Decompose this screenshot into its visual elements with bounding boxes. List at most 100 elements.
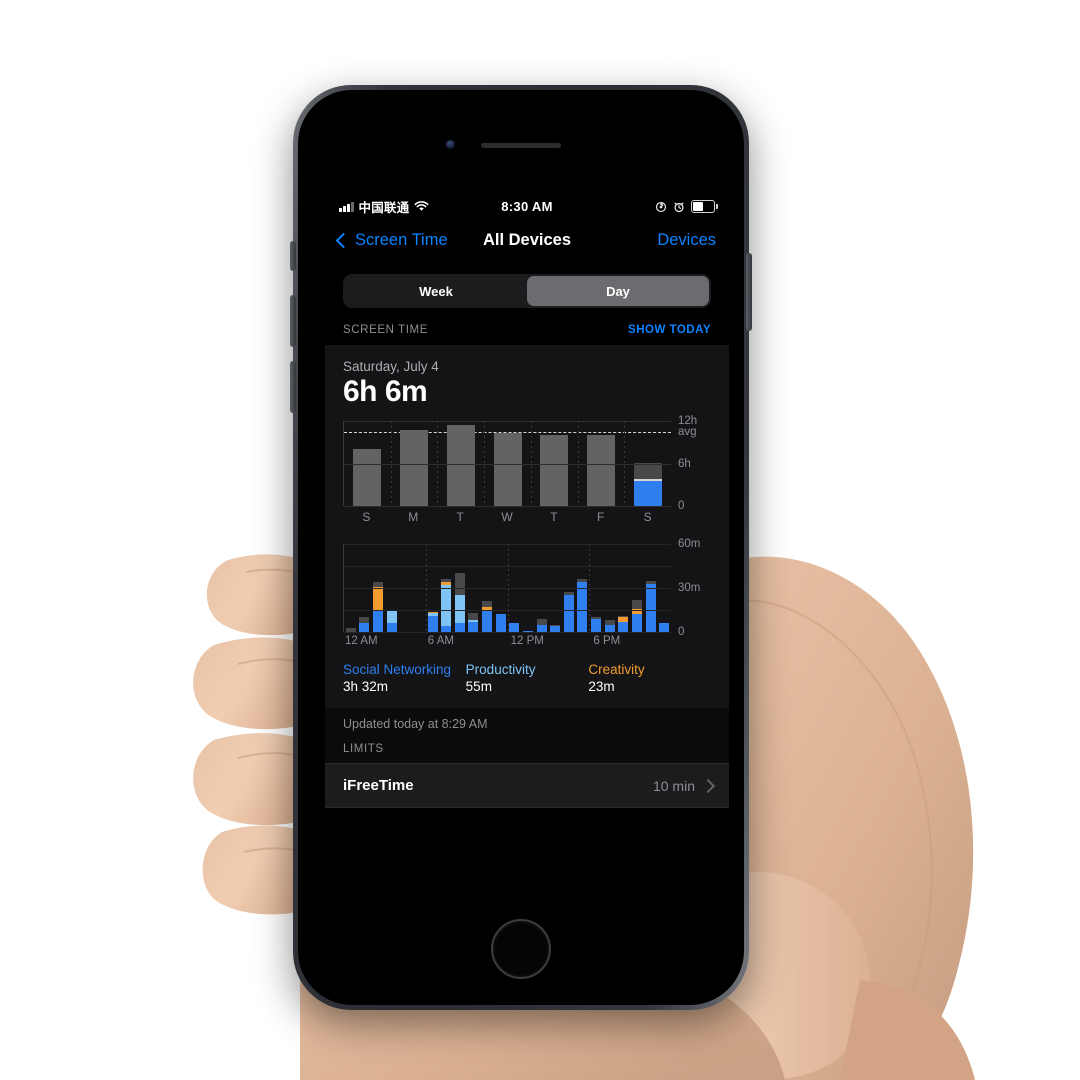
weekly-bar-segment	[633, 462, 662, 480]
show-today-button[interactable]: SHOW TODAY	[628, 324, 711, 336]
front-camera-icon	[446, 140, 455, 149]
volume-down-button[interactable]	[290, 361, 296, 413]
hourly-y-tick: 30m	[678, 582, 701, 594]
segmented-control-wrapper: Week Day	[325, 260, 729, 324]
axis-spacer	[671, 510, 711, 524]
weekly-bar	[400, 429, 429, 506]
weekly-gridline-vertical	[390, 421, 392, 506]
weekly-x-tick: M	[408, 510, 419, 524]
hourly-bar	[536, 618, 547, 632]
weekly-x-tick: F	[597, 510, 605, 524]
hourly-bar-segment	[604, 624, 615, 632]
card-total-time: 6h 6m	[343, 375, 428, 408]
hourly-bar	[604, 620, 615, 632]
weekly-gridline	[344, 463, 671, 465]
hourly-y-axis: 60m 30m 0	[671, 538, 711, 638]
hourly-gridline-vertical	[589, 544, 591, 632]
weekly-bar	[633, 462, 662, 506]
hourly-x-tick: 12 PM	[510, 635, 544, 647]
weekly-gridline	[344, 421, 671, 422]
chevron-right-icon	[700, 778, 716, 793]
hourly-x-axis-labels: 12 AM 6 AM 12 PM 6 PM	[343, 635, 711, 653]
weekly-x-tick: W	[501, 510, 513, 524]
navigation-bar: Screen Time All Devices Devices	[325, 220, 729, 260]
weekly-gridline	[344, 506, 671, 507]
legend-item-productivity[interactable]: Productivity 55m	[466, 662, 589, 694]
hourly-bar	[495, 614, 506, 632]
hourly-x-tick: 6 AM	[427, 635, 455, 647]
back-button[interactable]: Screen Time	[335, 230, 448, 250]
weekly-x-tick: T	[456, 510, 464, 524]
weekly-bar	[540, 435, 569, 506]
home-button[interactable]	[491, 919, 551, 979]
period-segmented-control[interactable]: Week Day	[343, 274, 711, 308]
rotation-lock-icon	[655, 201, 667, 212]
weekly-gridline-vertical	[624, 421, 626, 506]
weekly-x-tick: T	[550, 510, 558, 524]
hourly-bar-segment	[468, 621, 479, 632]
hourly-bar	[386, 611, 397, 632]
hourly-bar-segment	[454, 623, 465, 632]
hourly-bar-segment	[495, 614, 506, 632]
weekly-x-axis-labels: SMTWTFS	[343, 510, 711, 524]
hourly-chart[interactable]: 60m 30m 0 12 AM 6 AM 12 PM 6 PM	[343, 538, 711, 653]
hourly-gridline	[344, 632, 671, 633]
power-button[interactable]	[746, 253, 752, 331]
limit-row-ifreetime[interactable]: iFreeTime 10 min	[325, 763, 729, 808]
weekly-x-tick: S	[643, 510, 652, 524]
limit-value: 10 min	[652, 777, 695, 794]
hourly-bar-segment	[454, 573, 465, 596]
updated-timestamp: Updated today at 8:29 AM	[325, 708, 729, 741]
hourly-bar-segment	[482, 611, 493, 632]
legend-label: Creativity	[588, 662, 645, 677]
hourly-bar-segment	[359, 623, 370, 632]
hourly-x-tick: 6 PM	[593, 635, 621, 647]
hourly-bar-segment	[631, 599, 642, 609]
legend-value: 55m	[465, 679, 492, 694]
category-legend: Social Networking 3h 32m Productivity 55…	[343, 662, 711, 698]
screen-time-card: Saturday, July 4 6h 6m 12h avg 6h 0 S M T W T F S	[325, 345, 729, 708]
hourly-bar	[454, 573, 465, 632]
weekly-bar-segment	[633, 481, 662, 506]
legend-value: 23m	[588, 679, 615, 694]
status-bar-right	[655, 200, 718, 213]
hourly-bar-segment	[468, 612, 479, 621]
hourly-bar	[631, 599, 642, 632]
tab-week[interactable]: Week	[345, 276, 527, 306]
weekly-bar	[353, 449, 382, 506]
hourly-bar	[482, 601, 493, 632]
weekly-chart-plot	[343, 421, 671, 507]
hourly-bar	[468, 612, 479, 632]
legend-item-creativity[interactable]: Creativity 23m	[588, 662, 711, 694]
hourly-bar-segment	[386, 611, 397, 624]
devices-button[interactable]: Devices	[657, 231, 716, 250]
battery-icon	[691, 200, 718, 213]
limits-section-header: LIMITS	[325, 741, 729, 763]
hourly-bar	[659, 623, 670, 632]
weekly-gridline-vertical	[437, 421, 439, 506]
tab-day[interactable]: Day	[527, 276, 709, 306]
hourly-gridline-vertical	[425, 544, 427, 632]
earpiece-speaker	[481, 143, 561, 148]
ring-silent-switch[interactable]	[290, 241, 296, 271]
volume-up-button[interactable]	[290, 295, 296, 347]
hourly-bar-segment	[631, 614, 642, 632]
hourly-bar	[618, 615, 629, 632]
section-header: SCREEN TIME SHOW TODAY	[325, 324, 729, 345]
weekly-y-axis: 12h avg 6h 0	[671, 415, 711, 512]
hourly-bar	[427, 611, 438, 632]
weekly-gridline-vertical	[530, 421, 532, 506]
weekly-chart[interactable]: 12h avg 6h 0	[343, 415, 711, 512]
hourly-bar-segment	[659, 623, 670, 632]
legend-label: Productivity	[465, 662, 536, 677]
back-button-label: Screen Time	[355, 230, 448, 249]
legend-item-social[interactable]: Social Networking 3h 32m	[343, 662, 466, 694]
hourly-bar-segment	[441, 585, 452, 627]
weekly-gridline-vertical	[577, 421, 579, 506]
hourly-bar-segment	[536, 624, 547, 632]
weekly-bar	[493, 433, 522, 506]
hourly-bar-segment	[591, 618, 602, 632]
hourly-gridline-vertical	[507, 544, 509, 632]
hourly-bar	[563, 592, 574, 632]
section-title: SCREEN TIME	[343, 324, 428, 336]
